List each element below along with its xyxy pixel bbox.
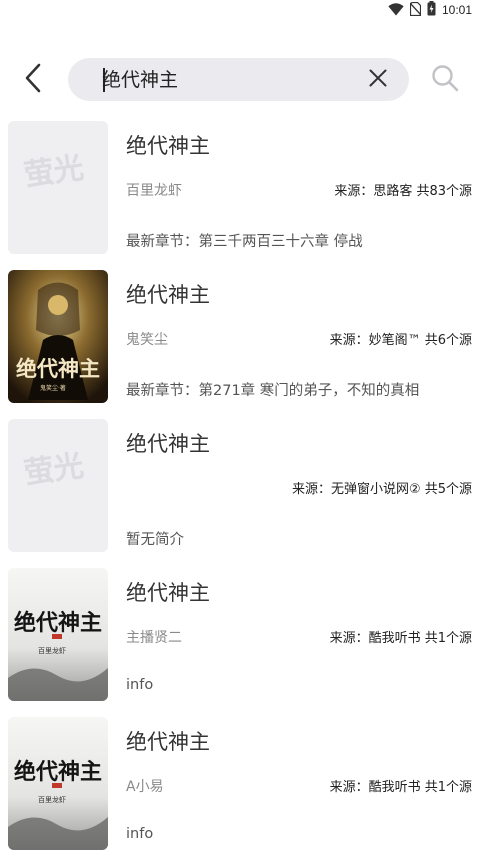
cover-author-text: 百里龙虾 [38, 646, 66, 655]
cover-author-text: 百里龙虾 [38, 795, 66, 804]
book-cover-art: 绝代神主 百里龙虾 [8, 568, 108, 701]
battery-icon [427, 0, 436, 20]
book-cover: 绝代神主 鬼笑尘·著 [8, 270, 108, 403]
book-source: 来源：思路客 共83个源 [334, 184, 472, 199]
list-item[interactable]: 绝代神主 鬼笑尘·著 绝代神主 鬼笑尘 来源：妙笔阁™ 共6个源 最新章节：第2… [0, 269, 480, 418]
cover-author-text: 鬼笑尘·著 [40, 384, 66, 392]
list-item[interactable]: 绝代神主 百里龙虾 绝代神主 A小易 来源：酷我听书 共1个源 info [0, 716, 480, 853]
search-button[interactable] [428, 64, 462, 96]
book-author: 百里龙虾 [126, 183, 182, 199]
list-item[interactable]: 萤光 绝代神主 百里龙虾 来源：思路客 共83个源 最新章节：第三千两百三十六章… [0, 120, 480, 269]
list-item[interactable]: 绝代神主 百里龙虾 绝代神主 主播贤二 来源：酷我听书 共1个源 info [0, 567, 480, 716]
book-cover: 萤光 [8, 419, 108, 552]
cover-title-text: 绝代神主 [14, 610, 102, 636]
book-description: info [126, 826, 154, 842]
book-title: 绝代神主 [126, 730, 210, 754]
book-source: 来源：酷我听书 共1个源 [329, 631, 472, 646]
book-source: 来源：酷我听书 共1个源 [329, 780, 472, 795]
book-author: 鬼笑尘 [126, 332, 168, 348]
placeholder-logo: 萤光 [22, 448, 86, 491]
chevron-left-icon [24, 63, 44, 97]
back-button[interactable] [16, 62, 52, 98]
wifi-icon [388, 1, 404, 20]
book-title: 绝代神主 [126, 134, 210, 158]
placeholder-logo-char-1: 萤光 [22, 448, 86, 491]
search-icon [431, 64, 459, 96]
book-description: 暂无简介 [126, 532, 184, 548]
book-latest-chapter: 最新章节：第271章 寒门的弟子，不知的真相 [126, 383, 420, 399]
search-box[interactable] [68, 58, 409, 101]
book-cover-art: 绝代神主 百里龙虾 [8, 717, 108, 850]
book-title: 绝代神主 [126, 432, 210, 456]
no-sim-icon [409, 1, 422, 20]
book-author: 主播贤二 [126, 630, 182, 646]
search-row [0, 58, 480, 102]
cover-title-text: 绝代神主 [14, 759, 102, 785]
book-latest-chapter: 最新章节：第三千两百三十六章 停战 [126, 234, 363, 250]
list-item[interactable]: 萤光 绝代神主 来源：无弹窗小说网② 共5个源 暂无简介 [0, 418, 480, 567]
results-list: 萤光 绝代神主 百里龙虾 来源：思路客 共83个源 最新章节：第三千两百三十六章… [0, 120, 480, 853]
book-author: A小易 [126, 779, 164, 795]
book-source: 来源：无弹窗小说网② 共5个源 [291, 482, 472, 497]
book-source: 来源：妙笔阁™ 共6个源 [329, 333, 472, 348]
search-input[interactable] [102, 66, 352, 94]
book-cover-art: 绝代神主 鬼笑尘·著 [8, 270, 108, 403]
status-bar: 10:01 [0, 0, 480, 20]
book-cover: 萤光 [8, 121, 108, 254]
status-time: 10:01 [441, 3, 472, 17]
book-title: 绝代神主 [126, 581, 210, 605]
placeholder-logo-char-1: 萤光 [22, 150, 86, 193]
book-description: info [126, 677, 154, 693]
book-cover: 绝代神主 百里龙虾 [8, 717, 108, 850]
book-cover: 绝代神主 百里龙虾 [8, 568, 108, 701]
clear-button[interactable] [367, 69, 389, 91]
text-caret [103, 68, 105, 92]
placeholder-logo: 萤光 [22, 150, 86, 193]
book-title: 绝代神主 [126, 283, 210, 307]
close-icon [369, 69, 387, 91]
cover-title-text: 绝代神主 [16, 356, 100, 381]
status-icons: 10:01 [388, 0, 472, 20]
